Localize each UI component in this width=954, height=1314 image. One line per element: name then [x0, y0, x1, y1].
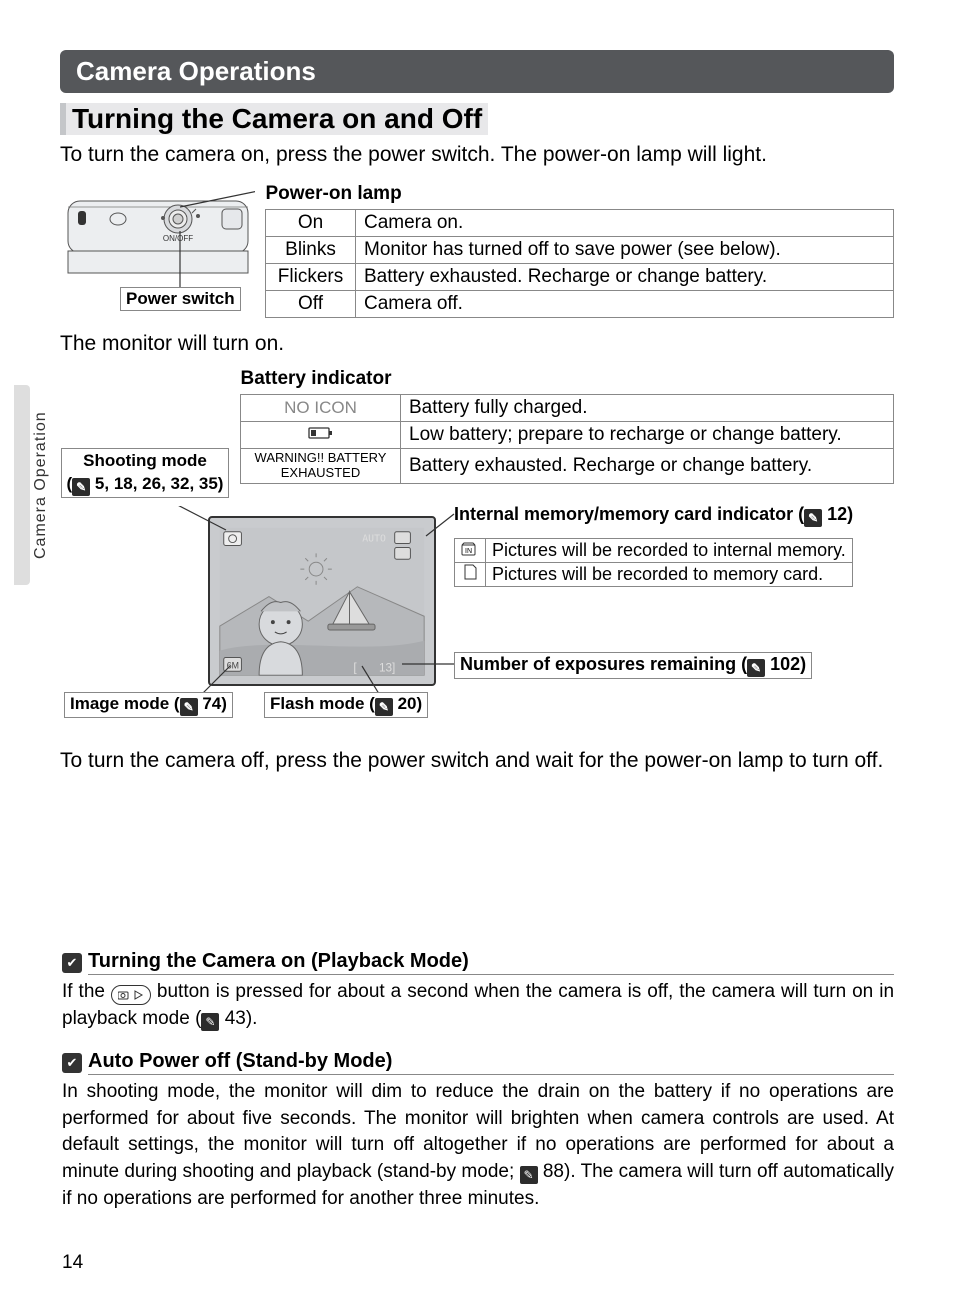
mem-label: Internal memory/memory card indicator (: [454, 504, 804, 524]
exp-page: 102): [770, 654, 806, 674]
note-icon: ✔: [62, 953, 82, 973]
cell: On: [266, 210, 356, 237]
image-mode-page: 74): [202, 694, 227, 713]
ref-icon: ✎: [180, 698, 198, 716]
ref-icon: ✎: [72, 478, 90, 496]
flash-mode-label: Flash mode (: [270, 694, 375, 713]
ref-icon: ✎: [520, 1166, 538, 1184]
cell: Battery exhausted. Recharge or change ba…: [356, 264, 894, 291]
section-header: Camera Operations: [60, 50, 894, 93]
exp-label: Number of exposures remaining (: [460, 654, 747, 674]
exposures-callout: Number of exposures remaining (✎ 102): [454, 652, 812, 679]
page-subheader: Turning the Camera on and Off: [60, 103, 488, 135]
mem-indicator-callout: Internal memory/memory card indicator (✎…: [454, 504, 853, 527]
turn-off-text: To turn the camera off, press the power …: [60, 747, 894, 775]
svg-text:6M: 6M: [227, 661, 239, 671]
label-shooting-mode: Shooting mode (✎ 5, 18, 26, 32, 35): [61, 448, 230, 498]
intro-text: To turn the camera on, press the power s…: [60, 141, 894, 169]
battery-header: Battery indicator: [241, 368, 894, 395]
power-lamp-table: Power-on lamp OnCamera on. BlinksMonitor…: [265, 183, 894, 318]
side-tab-bg: [14, 385, 30, 585]
note-playback-title: Turning the Camera on (Playback Mode): [88, 950, 894, 975]
cell: Pictures will be recorded to memory card…: [486, 563, 853, 587]
cell: Flickers: [266, 264, 356, 291]
side-tab-text: Camera Operation: [32, 385, 50, 585]
cell: Pictures will be recorded to internal me…: [486, 539, 853, 563]
shooting-mode-text: Shooting mode: [83, 451, 207, 470]
ref-icon: ✎: [375, 698, 393, 716]
cell: Blinks: [266, 237, 356, 264]
cell: Off: [266, 291, 356, 318]
low-battery-icon: [308, 426, 334, 440]
label-flash-mode: Flash mode (✎ 20): [264, 692, 428, 718]
note-playback-header: ✔ Turning the Camera on (Playback Mode): [62, 950, 894, 975]
side-tab: Camera Operation: [14, 385, 44, 585]
cell-battery-icon: [241, 422, 401, 449]
battery-table: Battery indicator NO ICON Battery fully …: [240, 368, 894, 484]
page-number: 14: [62, 1252, 83, 1274]
cell: NO ICON: [241, 395, 401, 422]
svg-text:13]: 13]: [379, 662, 395, 675]
lcd-screen: AUTO 6M [ 13]: [208, 516, 436, 686]
flash-mode-page: 20): [398, 694, 423, 713]
t: If the: [62, 981, 111, 1002]
card-icon: [455, 563, 486, 587]
cell: Battery fully charged.: [401, 395, 894, 422]
t: button is pressed for about a second whe…: [62, 981, 894, 1029]
camera-playback-button-icon: [111, 985, 151, 1005]
svg-text:ON/OFF: ON/OFF: [163, 234, 193, 243]
note-playback-body: If the button is pressed for about a sec…: [62, 979, 894, 1032]
note-auto-header: ✔ Auto Power off (Stand-by Mode): [62, 1050, 894, 1075]
t: 43).: [225, 1008, 258, 1029]
ref-icon: ✎: [804, 509, 822, 527]
image-mode-label: Image mode (: [70, 694, 180, 713]
cell: Monitor has turned off to save power (se…: [356, 237, 894, 264]
note-icon: ✔: [62, 1053, 82, 1073]
note-auto-title: Auto Power off (Stand-by Mode): [88, 1050, 894, 1075]
screen-diagram: AUTO 6M [ 13] Internal memory/memory car…: [134, 506, 914, 711]
cell: Camera off.: [356, 291, 894, 318]
internal-mem-icon: IN: [455, 539, 486, 563]
label-image-mode: Image mode (✎ 74): [64, 692, 233, 718]
svg-text:IN: IN: [465, 548, 472, 555]
shooting-mode-refs: 5, 18, 26, 32, 35): [95, 474, 224, 493]
ref-icon: ✎: [747, 659, 765, 677]
camera-top-illustration: ON/OFF Power switch: [60, 183, 255, 313]
power-lamp-header: Power-on lamp: [266, 183, 894, 210]
cell: Camera on.: [356, 210, 894, 237]
cell: Low battery; prepare to recharge or chan…: [401, 422, 894, 449]
note-auto-body: In shooting mode, the monitor will dim t…: [62, 1079, 894, 1212]
label-power-switch: Power switch: [120, 287, 241, 311]
cell: WARNING!! BATTERY EXHAUSTED: [241, 449, 401, 484]
mem-table: IN Pictures will be recorded to internal…: [454, 538, 853, 587]
mem-page: 12): [827, 504, 853, 524]
monitor-on-text: The monitor will turn on.: [60, 332, 894, 356]
cell: Battery exhausted. Recharge or change ba…: [401, 449, 894, 484]
svg-text:AUTO: AUTO: [362, 534, 386, 545]
ref-icon: ✎: [201, 1013, 219, 1031]
